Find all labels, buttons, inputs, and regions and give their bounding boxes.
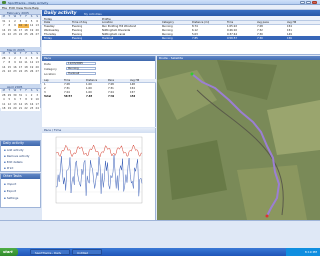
daily-activity-task-panel: Daily activity Add activity Remove activ… xyxy=(0,140,41,172)
route-end-marker xyxy=(265,214,269,218)
lap-details-panel: Pace Date 11/03/2005 Category Running Lo… xyxy=(42,56,156,127)
column-header[interactable]: Date xyxy=(44,21,50,24)
field-label: Date xyxy=(44,62,51,66)
column-header[interactable]: Location xyxy=(102,21,113,24)
table-cell: Evening xyxy=(72,36,83,40)
maximize-button[interactable] xyxy=(306,0,311,5)
column-header[interactable]: Category xyxy=(162,21,174,24)
chart-panel: Pace / Time xyxy=(42,128,156,220)
field-label: Category xyxy=(44,67,57,71)
column-header[interactable]: Time xyxy=(64,79,70,82)
table-row[interactable]: Friday Evening Hucknall Running 7.85 0:58:57 7… xyxy=(42,36,320,40)
calendar-weekday: S xyxy=(34,89,40,93)
pace-hr-chart[interactable] xyxy=(42,133,156,220)
lap-cell: 7.85 xyxy=(86,94,93,98)
calendar-month-header[interactable]: February 2005 xyxy=(0,10,41,15)
table-cell: 7:30 xyxy=(257,36,263,40)
chart-title: Pace / Time xyxy=(42,128,155,133)
calendar-weekday: S xyxy=(34,15,40,19)
panel-title: Pace xyxy=(42,56,155,61)
start-button[interactable]: start xyxy=(0,248,18,256)
table-cell: 0:58:57 xyxy=(227,36,237,40)
task-remove-activity[interactable]: Remove activity xyxy=(4,154,30,158)
calendar-month-grid: M T W T F S S 28 1 2 3 4 5 6 7 8 9 10 11 12 13 14 15 16 17 18 19 20… xyxy=(1,52,40,74)
location-field[interactable]: Hucknall xyxy=(66,72,96,76)
activity-table: Date Time of day Location Category Dista… xyxy=(42,21,320,55)
calendar-day[interactable]: 13 xyxy=(34,24,40,28)
table-cell: Friday xyxy=(44,36,52,40)
desktop-area xyxy=(0,224,320,248)
lap-cell: 7:30 xyxy=(108,94,115,98)
calendar-day[interactable]: 20 xyxy=(34,65,40,69)
calendar-panel: February 2005 M T W T F S S 31 1 2 3 4 5 6 7 8 9 10 11 12 13… xyxy=(0,10,41,111)
column-header[interactable]: Time xyxy=(227,21,233,24)
calendar-day[interactable]: 6 xyxy=(34,56,40,60)
field-label: Location xyxy=(44,72,56,76)
date-field[interactable]: 11/03/2005 xyxy=(66,62,96,66)
column-header[interactable]: Avg HR xyxy=(130,79,139,82)
view-subtitle[interactable]: My Activities xyxy=(84,12,102,16)
calendar-day[interactable]: 13 xyxy=(34,61,40,65)
other-tasks-panel: Other Tasks Import Export Settings xyxy=(0,173,41,208)
satellite-map[interactable] xyxy=(157,60,320,220)
calendar-day[interactable]: 24 xyxy=(34,107,40,111)
calendar-day[interactable]: 20 xyxy=(34,28,40,32)
column-header[interactable]: Time of day xyxy=(72,21,87,24)
table-cell: 156 xyxy=(287,36,292,40)
lap-cell: 156 xyxy=(130,94,136,98)
taskbar-item[interactable]: Untitled xyxy=(72,249,102,255)
task-edit-details[interactable]: Edit details xyxy=(4,160,23,164)
calendar-month-grid: M T W T F S S 28 29 30 31 1 2 3 4 5 6 7 8 9 10 11 12 13 14 15 16 17… xyxy=(1,89,40,111)
task-settings[interactable]: Settings xyxy=(4,196,18,200)
calendar-day[interactable]: 27 xyxy=(34,70,40,74)
close-button[interactable] xyxy=(312,0,317,5)
panel-title: Other Tasks xyxy=(1,174,40,179)
system-tray-clock: 8:19 PM xyxy=(286,248,320,256)
app-icon xyxy=(2,1,6,4)
task-import[interactable]: Import xyxy=(4,182,16,186)
window-title: SportTracks - Daily Activity xyxy=(8,0,49,5)
minimize-button[interactable] xyxy=(300,0,305,5)
lap-cell: Total xyxy=(44,94,52,98)
column-header[interactable]: Avg HR xyxy=(287,21,296,24)
column-header[interactable]: Pace xyxy=(108,79,114,82)
category-field[interactable]: Running xyxy=(66,67,96,71)
lap-cell: 58:57 xyxy=(64,94,73,98)
taskbar-item[interactable]: SportTracks - Daily xyxy=(30,249,70,255)
view-title: Daily activity xyxy=(44,10,77,16)
table-cell: Hucknall xyxy=(102,36,114,40)
calendar-month-header[interactable]: April 2005 xyxy=(0,84,41,89)
column-header[interactable]: Lap xyxy=(44,79,49,82)
task-print[interactable]: Print xyxy=(4,166,13,170)
map-panel[interactable]: Route - Satellite xyxy=(157,56,320,220)
calendar-weekday: S xyxy=(34,52,40,56)
calendar-day[interactable]: 3 xyxy=(34,93,40,97)
route-start-marker xyxy=(190,72,194,76)
column-header[interactable]: Avg pace xyxy=(257,21,269,24)
table-cell: 7.85 xyxy=(192,36,198,40)
panel-title: Daily activity xyxy=(1,141,40,146)
column-header[interactable]: Distance (mi) xyxy=(192,21,209,24)
task-export[interactable]: Export xyxy=(4,189,16,193)
calendar-month-header[interactable]: March 2005 xyxy=(0,47,41,52)
calendar-day[interactable]: 17 xyxy=(34,102,40,106)
calendar-day[interactable]: 10 xyxy=(34,98,40,102)
calendar-month-grid: M T W T F S S 31 1 2 3 4 5 6 7 8 9 10 11 12 13 14 15 16 17 18 19 20… xyxy=(1,15,40,37)
calendar-day[interactable]: 27 xyxy=(34,33,40,37)
table-cell: Running xyxy=(162,36,173,40)
column-header[interactable]: Distance xyxy=(86,79,97,82)
field-patch xyxy=(237,165,307,220)
calendar-day[interactable]: 6 xyxy=(34,19,40,23)
field-patch xyxy=(167,140,227,200)
task-add-activity[interactable]: Add activity xyxy=(4,148,24,152)
lap-row[interactable]: Total 58:57 7.85 7:30 156 xyxy=(42,94,156,98)
